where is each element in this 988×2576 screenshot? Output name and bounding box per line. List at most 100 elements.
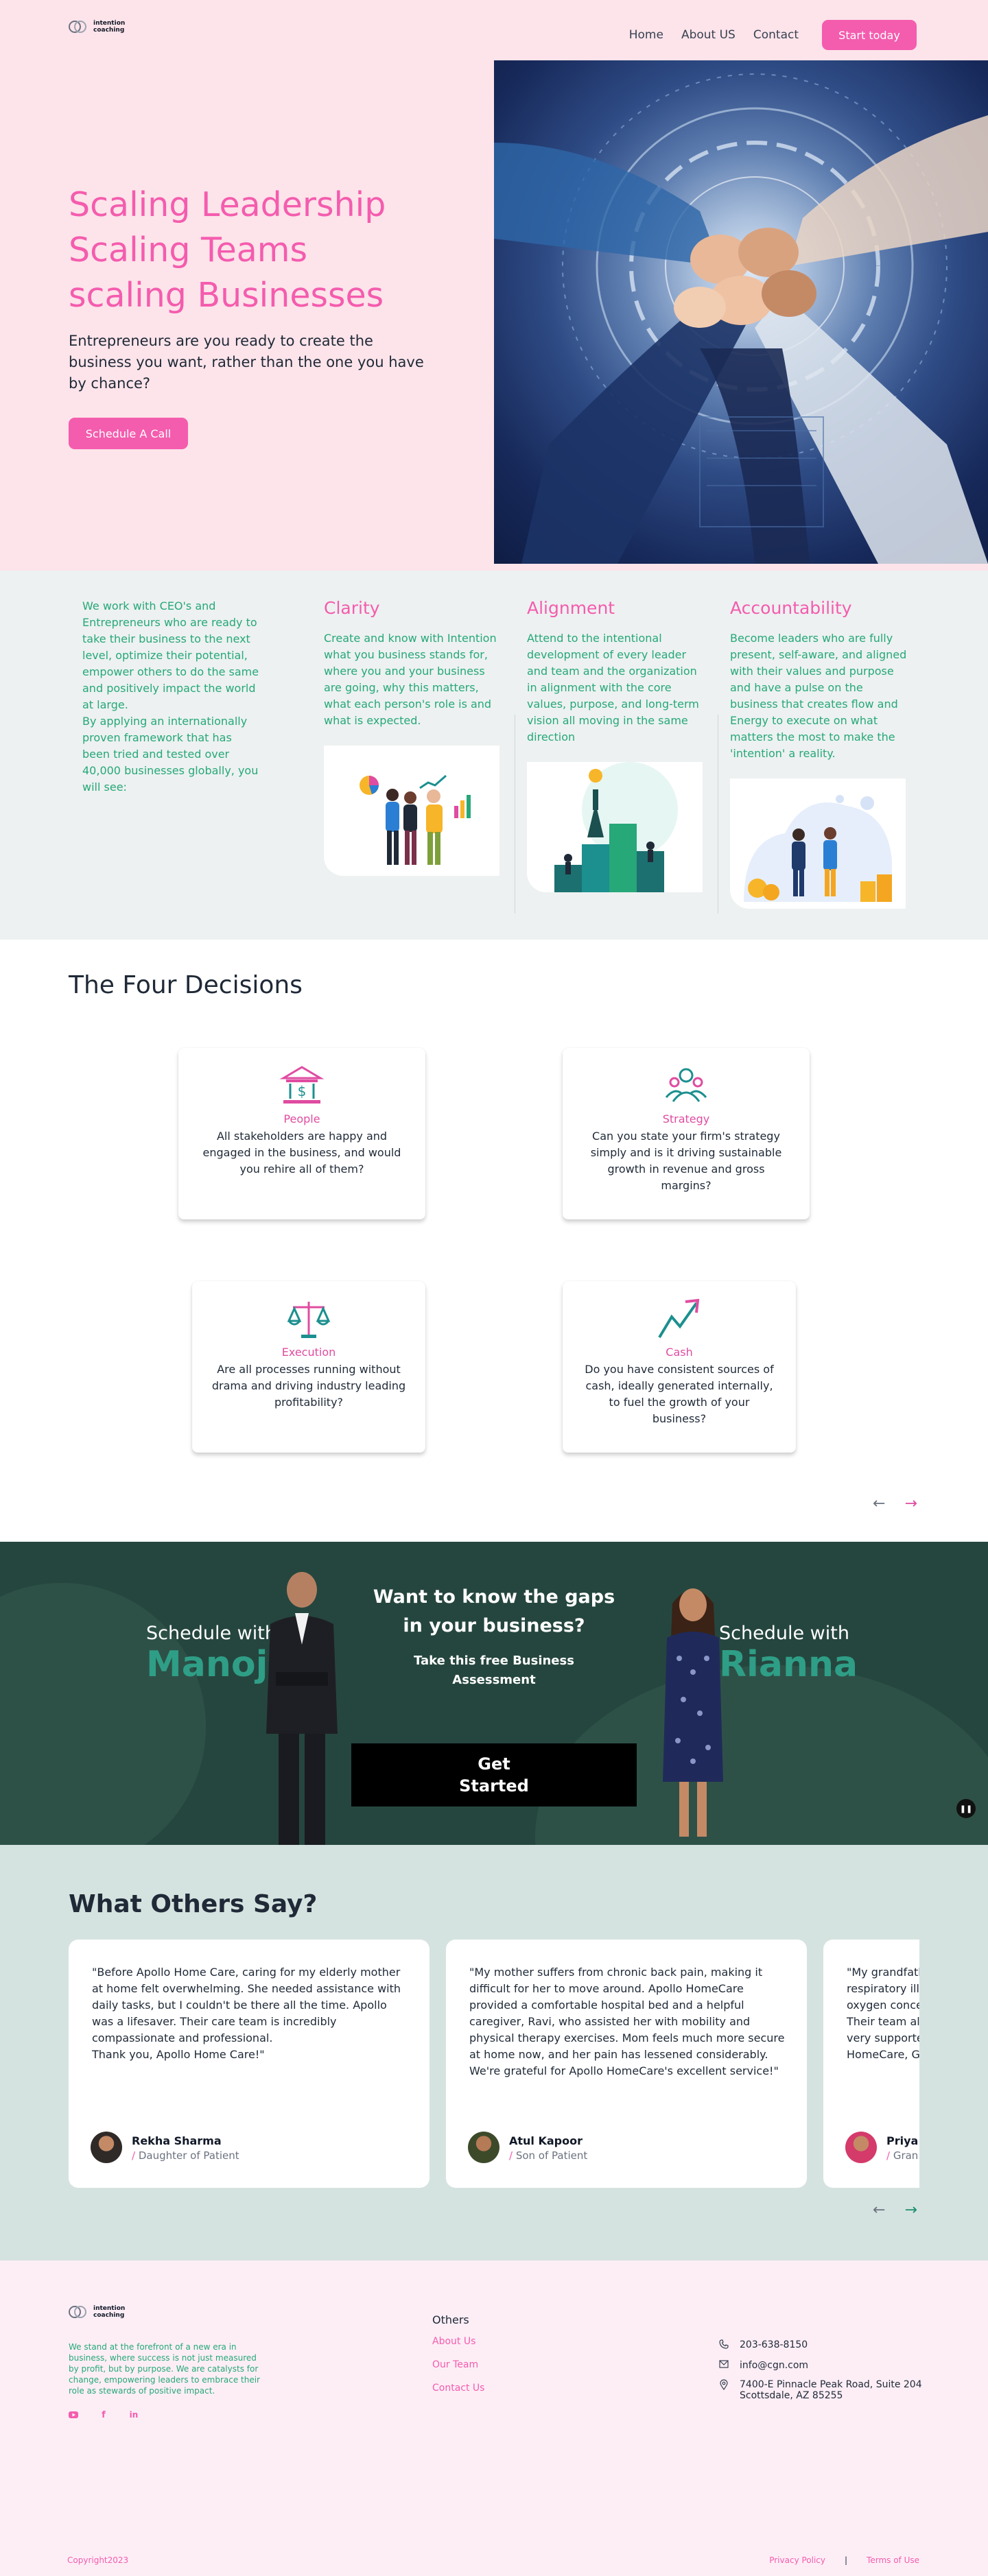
coach-name: Rianna — [719, 1644, 858, 1685]
location-pin-icon — [718, 2379, 730, 2393]
testimonial-role: / Daughter of Patient — [132, 2149, 239, 2162]
contact-email[interactable]: info@cgn.com — [718, 2360, 922, 2371]
terms-of-use-link[interactable]: Terms of Use — [867, 2555, 919, 2565]
legal-separator: | — [845, 2555, 848, 2565]
logo[interactable]: intention coaching — [69, 19, 125, 34]
value-clarity: Clarity Create and know with Intention w… — [324, 598, 502, 876]
hero-subtitle: Entrepreneurs are you ready to create th… — [69, 333, 424, 392]
section-title: The Four Decisions — [69, 971, 303, 999]
privacy-policy-link[interactable]: Privacy Policy — [769, 2555, 825, 2565]
card-label: Cash — [666, 1346, 693, 1359]
balance-scale-icon — [286, 1296, 331, 1341]
team-icon — [663, 1063, 709, 1108]
footer-link-about-us[interactable]: About Us — [432, 2336, 484, 2347]
youtube-icon[interactable] — [69, 2410, 78, 2420]
nav-link-contact[interactable]: Contact — [753, 28, 799, 42]
logo-text-line-2: coaching — [93, 27, 125, 34]
decision-card-strategy[interactable]: Strategy Can you state your firm's strat… — [563, 1048, 810, 1219]
top-nav: intention coaching Home About US Contact… — [0, 0, 988, 60]
banner-subheading: Take this free Business Assessment — [412, 1651, 576, 1690]
banner-headline-line-2: in your business? — [403, 1615, 585, 1636]
get-started-label-line-1: Get — [478, 1754, 510, 1774]
testimonial-role: / Son of Patient — [509, 2149, 588, 2162]
value-accountability: Accountability Become leaders who are fu… — [730, 598, 908, 909]
arrow-left-icon[interactable]: ← — [873, 1495, 885, 1512]
card-label: Execution — [281, 1346, 336, 1359]
mail-icon — [718, 2360, 730, 2371]
card-label: Strategy — [662, 1112, 710, 1125]
testimonial-name: Rekha Sharma — [132, 2134, 222, 2147]
value-title: Accountability — [730, 598, 852, 618]
values-intro-paragraph-1: We work with CEO's and Entrepreneurs who… — [82, 599, 259, 711]
logo-icon — [69, 2304, 89, 2319]
decision-card-execution[interactable]: Execution Are all processes running with… — [192, 1281, 425, 1453]
value-text: Become leaders who are fully present, se… — [730, 632, 907, 760]
phone-icon — [718, 2339, 730, 2352]
card-text: Do you have consistent sources of cash, … — [585, 1363, 774, 1425]
four-decisions-section: The Four Decisions $ People All stakehol… — [0, 940, 988, 1542]
linkedin-icon[interactable]: in — [129, 2410, 139, 2420]
nav-link-home[interactable]: Home — [629, 28, 663, 42]
values-intro-paragraph-2: By applying an internationally proven fr… — [82, 715, 259, 794]
banner-headline: Want to know the gaps in your business? — [357, 1583, 631, 1641]
logo-text-line-1: intention — [93, 20, 126, 27]
copyright: Copyright2023 — [67, 2555, 129, 2565]
schedule-call-button[interactable]: Schedule A Call — [69, 418, 188, 449]
value-title: Alignment — [527, 598, 615, 618]
hero-title-line-2: Scaling Teams — [69, 230, 308, 270]
contact-phone[interactable]: 203-638-8150 — [718, 2339, 922, 2352]
testimonial-name: Atul Kapoor — [509, 2134, 583, 2147]
bank-dollar-icon: $ — [279, 1063, 325, 1108]
coach-photo-manoj — [261, 1569, 343, 1845]
nav-link-about[interactable]: About US — [681, 28, 736, 42]
testimonials-carousel-arrows: ← → — [873, 2202, 917, 2219]
testimonial-name: Priya R — [886, 2134, 919, 2147]
logo-text-line-2: coaching — [93, 2312, 125, 2319]
assessment-banner: Schedule with Manoj Want to know the gap… — [0, 1542, 988, 1845]
email-address: info@cgn.com — [740, 2360, 809, 2371]
arrow-left-icon[interactable]: ← — [873, 2202, 885, 2219]
value-title: Clarity — [324, 598, 380, 618]
clarity-illustration — [324, 746, 499, 876]
testimonial-card: "My grandfath respiratory illn oxygen co… — [823, 1940, 919, 2188]
svg-text:$: $ — [298, 1083, 307, 1099]
footer-link-contact-us[interactable]: Contact Us — [432, 2383, 484, 2394]
decision-card-people[interactable]: $ People All stakeholders are happy and … — [178, 1048, 425, 1219]
schedule-with-rianna[interactable]: Schedule with Rianna — [719, 1623, 858, 1685]
avatar — [845, 2132, 877, 2163]
pause-icon[interactable]: ❚❚ — [956, 1799, 976, 1818]
testimonial-quote: "My grandfath respiratory illn oxygen co… — [847, 1966, 919, 2061]
avatar — [468, 2132, 499, 2163]
testimonial-quote: "Before Apollo Home Care, caring for my … — [92, 1966, 401, 2061]
hero-title: Scaling Leadership Scaling Teams scaling… — [69, 182, 453, 318]
footer-contact: 203-638-8150 info@cgn.com 7400-E Pinnacl… — [718, 2339, 922, 2409]
get-started-button[interactable]: Get Started — [351, 1743, 637, 1806]
card-text: Can you state your firm's strategy simpl… — [590, 1130, 782, 1192]
hero-image-teamwork-fists — [494, 60, 988, 564]
testimonials-section: What Others Say? "Before Apollo Home Car… — [0, 1845, 988, 2261]
coach-name: Manoj — [146, 1644, 268, 1685]
footer: intention coaching We stand at the foref… — [0, 2261, 988, 2576]
footer-logo[interactable]: intention coaching — [69, 2304, 125, 2319]
schedule-with-label: Schedule with — [719, 1623, 849, 1644]
value-text: Attend to the intentional development of… — [527, 632, 699, 743]
hero-title-line-1: Scaling Leadership — [69, 185, 386, 224]
arrow-right-icon[interactable]: → — [904, 1495, 917, 1512]
schedule-with-manoj[interactable]: Schedule with Manoj — [146, 1623, 277, 1685]
logo-text-line-1: intention — [93, 2305, 126, 2312]
hero-illustration — [494, 73, 988, 564]
logo-icon — [69, 19, 89, 34]
address: 7400-E Pinnacle Peak Road, Suite 204 Sco… — [740, 2379, 922, 2401]
phone-number: 203-638-8150 — [740, 2339, 808, 2350]
testimonial-role: / Gran — [886, 2149, 919, 2162]
start-today-button[interactable]: Start today — [822, 20, 917, 50]
testimonial-quote: "My mother suffers from chronic back pai… — [469, 1966, 785, 2077]
footer-link-our-team[interactable]: Our Team — [432, 2359, 484, 2370]
value-alignment: Alignment Attend to the intentional deve… — [527, 598, 705, 892]
growth-arrow-icon — [657, 1296, 702, 1341]
arrow-right-icon[interactable]: → — [904, 2202, 917, 2219]
decision-card-cash[interactable]: Cash Do you have consistent sources of c… — [563, 1281, 796, 1453]
card-text: Are all processes running without drama … — [211, 1363, 406, 1409]
footer-column-title: Others — [432, 2313, 469, 2326]
facebook-icon[interactable]: f — [99, 2410, 108, 2420]
